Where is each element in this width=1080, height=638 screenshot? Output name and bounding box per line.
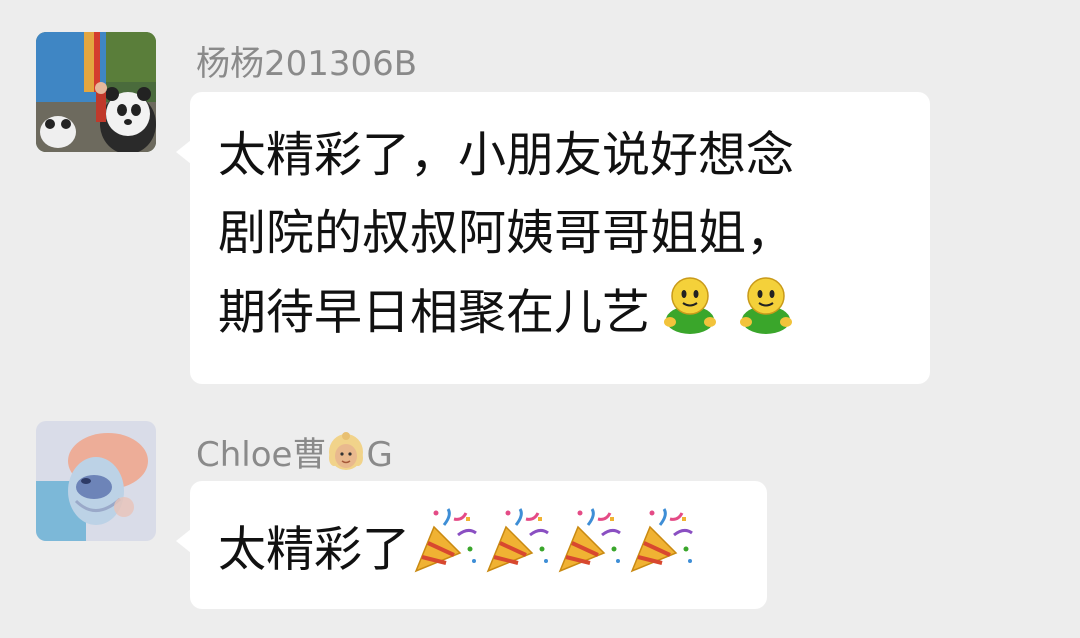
girl-face-icon [326,432,366,472]
message-text-line: 太精彩了 [218,505,739,600]
avatar[interactable] [36,421,156,541]
panda-photo-avatar [36,32,156,152]
green-smiley-icon [734,272,798,359]
party-popper-icon [554,505,626,600]
green-smiley-icon [658,272,722,359]
message-text: 期待早日相聚在儿艺 [218,284,651,341]
party-popper-icon [482,505,554,600]
message-text: 太精彩了 [218,521,411,578]
sender-name-suffix: G [366,435,393,475]
sender-name: 杨杨201306B [196,44,418,84]
sender-name: Chloe曹 G [196,432,393,475]
chat-view: 杨杨201306B 太精彩了，小朋友说好想念 剧院的叔叔阿姨哥哥姐姐， 期待早日… [0,0,1080,638]
message-text-line: 期待早日相聚在儿艺 [218,272,902,359]
painted-face-avatar [36,421,156,541]
party-popper-icon [410,505,482,600]
message-bubble[interactable]: 太精彩了，小朋友说好想念 剧院的叔叔阿姨哥哥姐姐， 期待早日相聚在儿艺 [176,92,930,384]
message-bubble[interactable]: 太精彩了 [176,481,767,609]
party-popper-icon [626,505,698,600]
message-text-line: 剧院的叔叔阿姨哥哥姐姐， [218,205,795,261]
sender-name-prefix: Chloe曹 [196,435,327,475]
avatar[interactable] [36,32,156,152]
message-text-line: 太精彩了，小朋友说好想念 [218,127,795,183]
